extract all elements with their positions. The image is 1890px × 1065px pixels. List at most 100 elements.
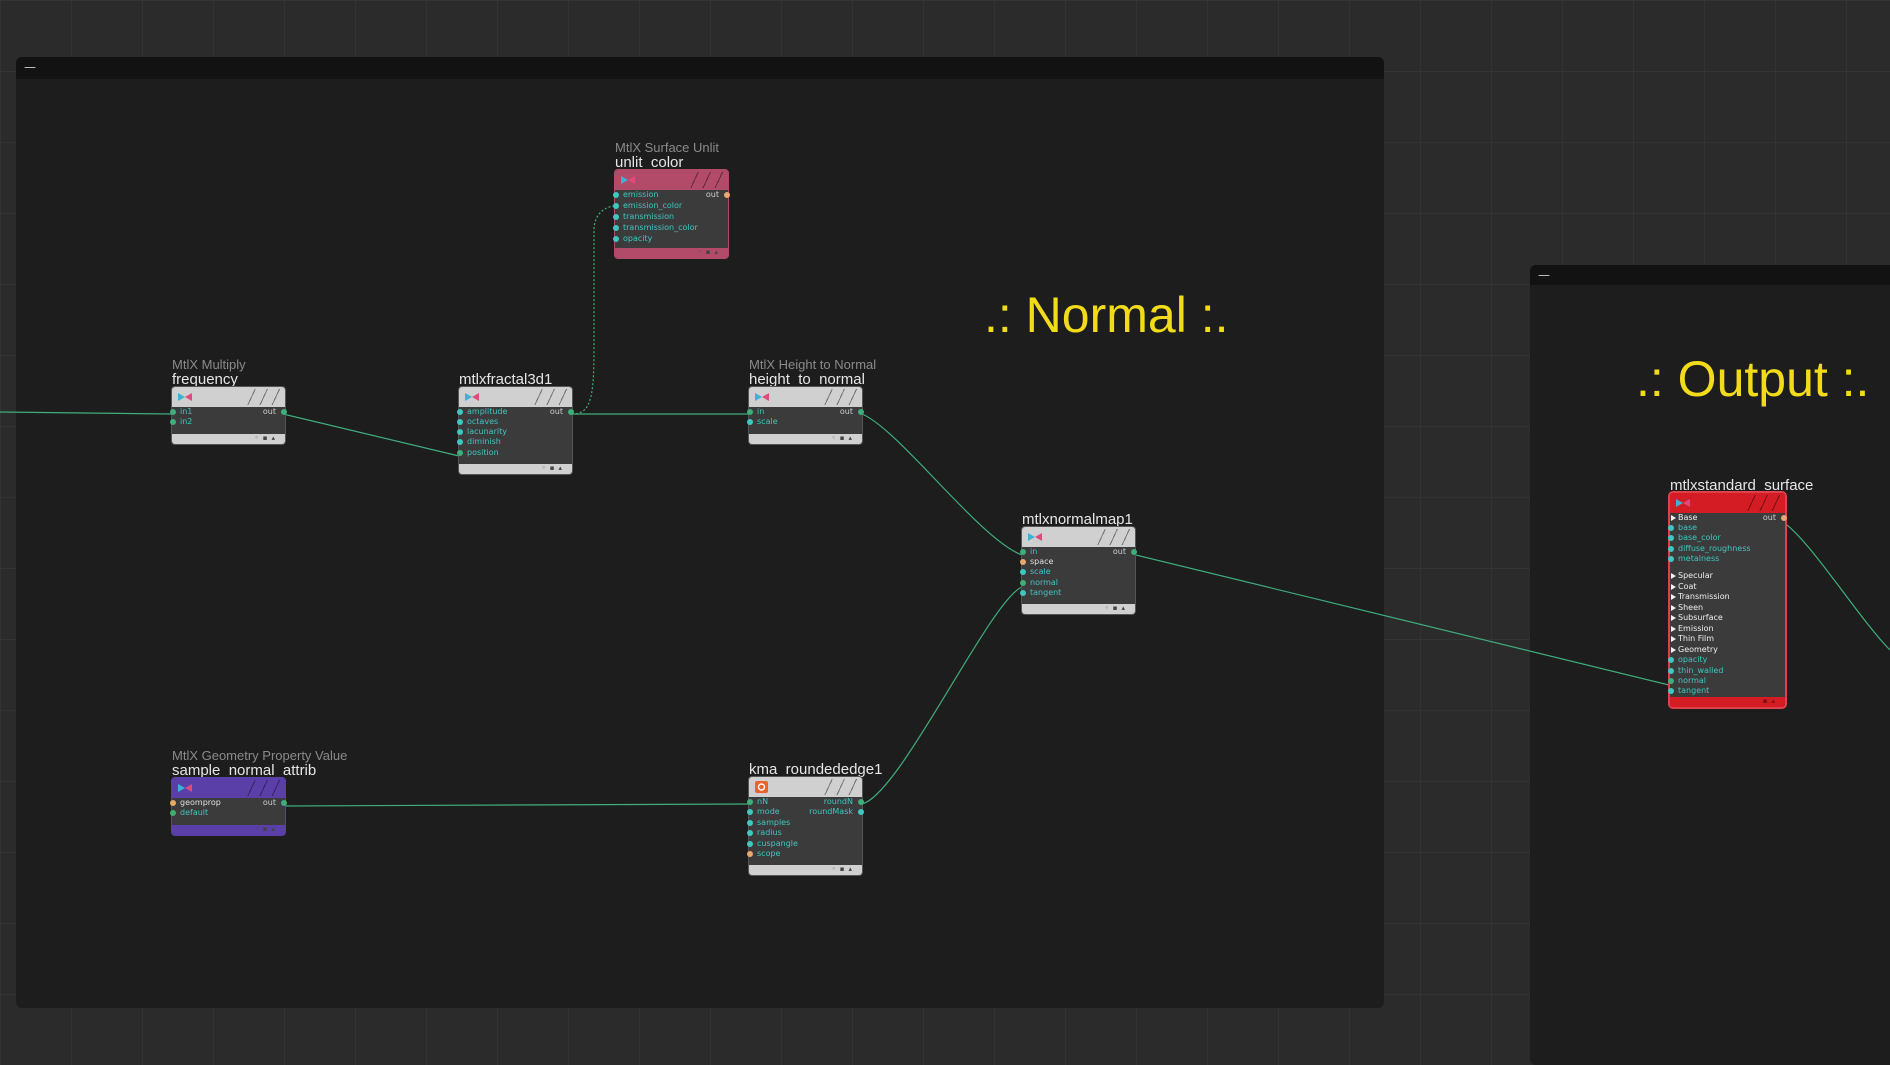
input-port-scope[interactable]: scope xyxy=(757,849,780,859)
input-port-geomprop[interactable]: geomprop xyxy=(180,798,221,808)
node-name-label[interactable]: mtlxfractal3d1 xyxy=(459,371,552,388)
input-port-tangent[interactable]: tangent xyxy=(1030,588,1061,598)
output-port-out[interactable]: out xyxy=(1113,547,1126,557)
input-port-amplitude[interactable]: amplitude xyxy=(467,407,507,417)
output-port-out[interactable]: out xyxy=(1763,513,1776,523)
input-port-radius[interactable]: radius xyxy=(757,828,782,838)
node-body[interactable]: in space scale normal tangent out ◦▪▴ xyxy=(1020,527,1137,614)
input-port-dot[interactable] xyxy=(613,225,619,231)
input-port-dot[interactable] xyxy=(747,830,753,836)
output-port-out[interactable]: out xyxy=(550,407,563,417)
input-port-opacity[interactable]: opacity xyxy=(1678,655,1707,665)
node-name-label[interactable]: unlit_color xyxy=(615,154,683,171)
input-port-dot[interactable] xyxy=(1020,590,1026,596)
input-port-normal[interactable]: normal xyxy=(1030,578,1058,588)
output-port-dot[interactable] xyxy=(1131,549,1137,555)
input-port-dot[interactable] xyxy=(1020,580,1026,586)
node-body[interactable]: in1 in2 out ◦▪▴ xyxy=(170,387,287,444)
input-port-dot[interactable] xyxy=(170,419,176,425)
output-port-dot[interactable] xyxy=(858,409,864,415)
node-flags[interactable] xyxy=(1097,529,1131,545)
input-port-octaves[interactable]: octaves xyxy=(467,417,498,427)
section-sheen[interactable]: Sheen xyxy=(1678,603,1703,613)
input-port-default[interactable]: default xyxy=(180,808,208,818)
input-port-in[interactable]: in xyxy=(1030,547,1037,557)
section-expand-icon[interactable] xyxy=(1671,573,1676,579)
input-port-dot[interactable] xyxy=(1020,569,1026,575)
node-name-label[interactable]: sample_normal_attrib xyxy=(172,762,316,779)
input-port-dot[interactable] xyxy=(1668,678,1674,684)
section-expand-icon[interactable] xyxy=(1671,584,1676,590)
node-flags[interactable] xyxy=(824,389,858,405)
input-port-thin-walled[interactable]: thin_walled xyxy=(1678,666,1723,676)
node-name-label[interactable]: kma_roundededge1 xyxy=(749,761,882,778)
input-port-diffuse-roughness[interactable]: diffuse_roughness xyxy=(1678,544,1751,554)
input-port-dot[interactable] xyxy=(457,450,463,456)
section-subsurface[interactable]: Subsurface xyxy=(1678,613,1723,623)
input-port-dot[interactable] xyxy=(1020,559,1026,565)
node-header[interactable] xyxy=(172,778,285,798)
output-port-roundMask[interactable]: roundMask xyxy=(809,807,853,817)
node-footer[interactable]: ◦▪▴ xyxy=(615,248,728,258)
input-port-opacity[interactable]: opacity xyxy=(623,234,652,244)
input-port-dot[interactable] xyxy=(170,800,176,806)
node-footer[interactable]: ◦▪▴ xyxy=(172,825,285,835)
input-port-dot[interactable] xyxy=(1668,668,1674,674)
section-geometry[interactable]: Geometry xyxy=(1678,645,1718,655)
input-port-dot[interactable] xyxy=(613,203,619,209)
node-footer[interactable]: ▪▴ xyxy=(1670,697,1785,707)
input-port-dot[interactable] xyxy=(457,419,463,425)
output-port-dot[interactable] xyxy=(858,809,864,815)
node-name-label[interactable]: height_to_normal xyxy=(749,371,865,388)
input-port-dot[interactable] xyxy=(613,236,619,242)
section-transmission[interactable]: Transmission xyxy=(1678,592,1730,602)
output-port-out[interactable]: out xyxy=(263,798,276,808)
node-header[interactable] xyxy=(749,387,862,407)
node-body[interactable]: nN mode samples radius cuspangle scope r… xyxy=(747,777,864,875)
input-port-base[interactable]: base xyxy=(1678,523,1697,533)
input-port-dot[interactable] xyxy=(1668,535,1674,541)
input-port-scale[interactable]: scale xyxy=(1030,567,1051,577)
node-footer[interactable]: ◦▪▴ xyxy=(749,865,862,875)
input-port-space[interactable]: space xyxy=(1030,557,1053,567)
input-port-dot[interactable] xyxy=(1668,556,1674,562)
node-header[interactable] xyxy=(749,777,862,797)
input-port-diminish[interactable]: diminish xyxy=(467,437,501,447)
output-port-out[interactable]: out xyxy=(840,407,853,417)
node-body[interactable]: emission emission_color transmission tra… xyxy=(613,170,730,258)
section-expand-icon[interactable] xyxy=(1671,615,1676,621)
section-coat[interactable]: Coat xyxy=(1678,582,1697,592)
input-port-dot[interactable] xyxy=(747,419,753,425)
node-body[interactable]: out Base base base_color diffuse_roughne… xyxy=(1668,493,1787,707)
input-port-dot[interactable] xyxy=(613,192,619,198)
output-port-dot[interactable] xyxy=(281,409,287,415)
input-port-scale[interactable]: scale xyxy=(757,417,778,427)
output-port-dot[interactable] xyxy=(281,800,287,806)
node-flags[interactable] xyxy=(824,779,858,795)
input-port-dot[interactable] xyxy=(1668,546,1674,552)
output-port-dot[interactable] xyxy=(568,409,574,415)
section-emission[interactable]: Emission xyxy=(1678,624,1714,634)
output-port-roundN[interactable]: roundN xyxy=(824,797,853,807)
input-port-emission-color[interactable]: emission_color xyxy=(623,201,682,211)
node-body[interactable]: amplitude octaves lacunarity diminish po… xyxy=(457,387,574,474)
node-footer[interactable]: ◦▪▴ xyxy=(749,434,862,444)
input-port-in[interactable]: in xyxy=(757,407,764,417)
section-expand-icon[interactable] xyxy=(1671,636,1676,642)
node-footer[interactable]: ◦▪▴ xyxy=(1022,604,1135,614)
section-expand-icon[interactable] xyxy=(1671,515,1676,521)
input-port-dot[interactable] xyxy=(1668,525,1674,531)
input-port-position[interactable]: position xyxy=(467,448,499,458)
node-footer[interactable]: ◦▪▴ xyxy=(459,464,572,474)
node-flags[interactable] xyxy=(690,172,724,188)
input-port-dot[interactable] xyxy=(1668,657,1674,663)
node-flags[interactable] xyxy=(247,389,281,405)
input-port-dot[interactable] xyxy=(457,429,463,435)
section-expand-icon[interactable] xyxy=(1671,647,1676,653)
node-header[interactable] xyxy=(615,170,728,190)
output-port-out[interactable]: out xyxy=(263,407,276,417)
output-port-dot[interactable] xyxy=(858,799,864,805)
node-body[interactable]: in scale out ◦▪▴ xyxy=(747,387,864,444)
input-port-base-color[interactable]: base_color xyxy=(1678,533,1721,543)
node-name-label[interactable]: frequency xyxy=(172,371,238,388)
